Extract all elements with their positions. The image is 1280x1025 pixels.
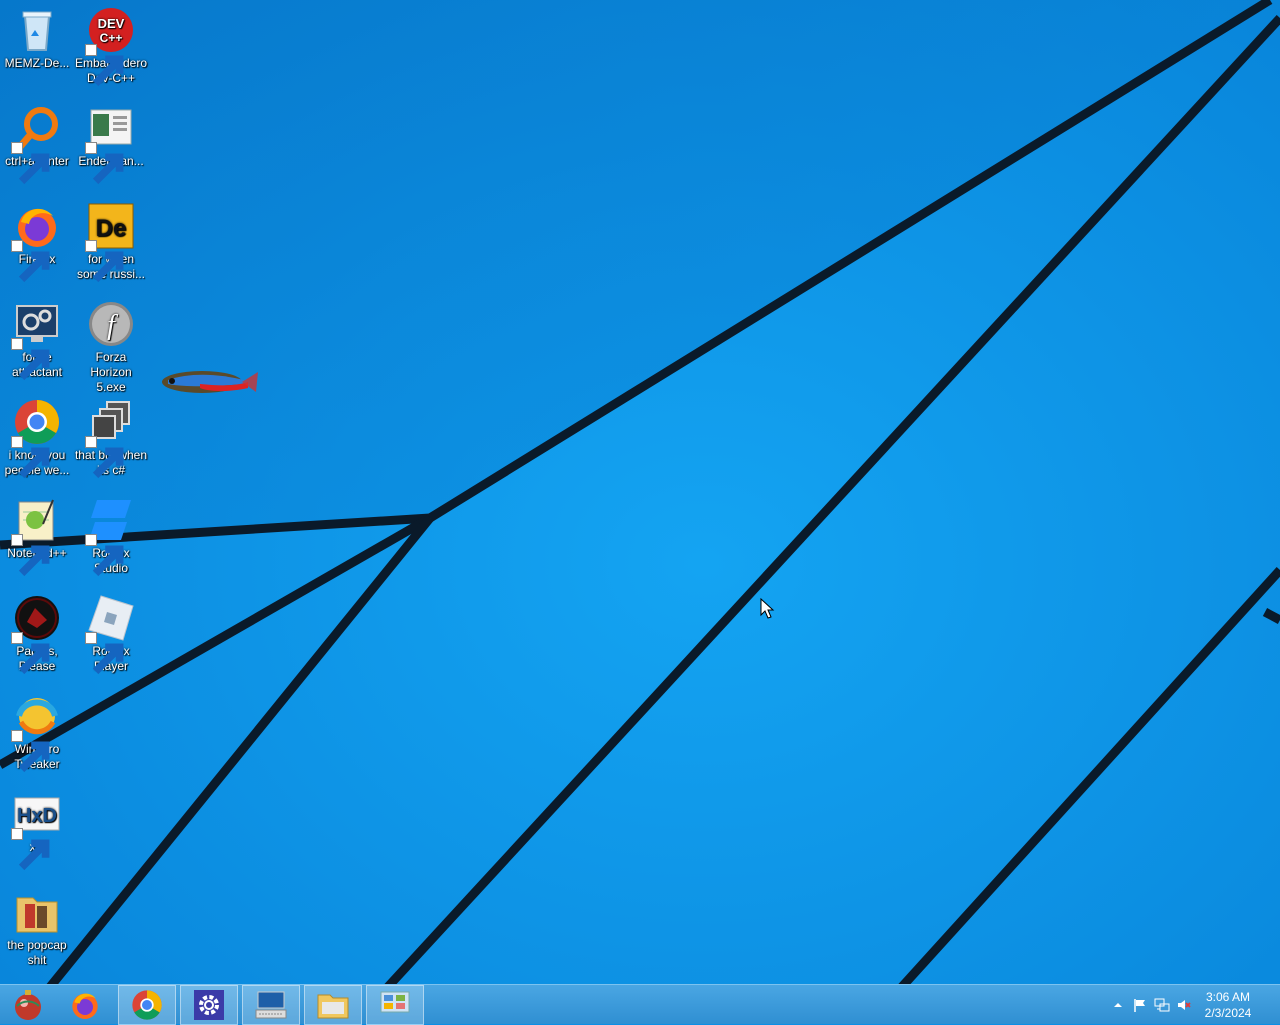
svg-text:DEV: DEV <box>98 16 125 31</box>
clock-time: 3:06 AM <box>1205 990 1251 1004</box>
winaero-icon <box>11 692 61 773</box>
shortcut-arrow-icon <box>11 142 50 185</box>
shortcut-arrow-icon <box>85 44 124 87</box>
file-explorer-icon <box>317 994 349 1019</box>
notepadpp-icon <box>11 496 61 577</box>
chrome-icon <box>132 990 162 1020</box>
desktop-icon-roblox-player[interactable]: Roblox Player <box>74 590 148 682</box>
shortcut-arrow-icon <box>11 436 50 479</box>
recycle-bin-icon <box>13 6 61 54</box>
flash-icon: f <box>87 300 135 348</box>
taskbar-settings[interactable] <box>180 985 238 1025</box>
settings-gear-icon <box>194 990 224 1020</box>
papers-please-icon <box>11 594 61 675</box>
shortcut-arrow-icon <box>85 142 124 185</box>
hxd-icon: HxD <box>11 790 61 871</box>
roblox-studio-icon <box>85 496 135 577</box>
desktop-icon-notepadpp[interactable]: Notepad++ <box>0 492 74 584</box>
clock-date: 2/3/2024 <box>1204 1006 1252 1020</box>
start-orb-icon <box>15 990 41 1020</box>
document-window-icon <box>85 104 135 185</box>
shortcut-arrow-icon <box>11 338 50 381</box>
volume-muted-icon[interactable] <box>1176 997 1192 1013</box>
desktop-icon-that-but[interactable]: that but when its c# <box>74 394 148 486</box>
taskbar-control-panel[interactable] <box>366 985 424 1025</box>
shortcut-arrow-icon <box>11 240 50 283</box>
desktop-icon-forkie[interactable]: forkie attractant <box>0 296 74 388</box>
folder-icon <box>13 888 61 936</box>
system-tray: 3:06 AM 2/3/2024 <box>1100 985 1280 1025</box>
desktop-icon-firefox[interactable]: Firefox <box>0 198 74 290</box>
shortcut-arrow-icon <box>85 632 124 675</box>
desktop-icon-label: MEMZ-De... <box>4 56 70 70</box>
desktop-icon-i-know-you[interactable]: i know you people we... <box>0 394 74 486</box>
desktop-icon-ctrl-a[interactable]: ctrl+a, enter <box>0 100 74 192</box>
action-center-flag-icon[interactable] <box>1132 997 1148 1013</box>
desktop-icon-memz[interactable]: MEMZ-De... <box>0 2 74 94</box>
desktop-icon-devcpp[interactable]: DEV C++ Embarcadero Dev-C++ <box>74 2 148 94</box>
desktop-icon-for-when[interactable]: De for when some russi... <box>74 198 148 290</box>
search-loupe-icon <box>11 104 61 185</box>
de-app-icon: De <box>85 202 135 283</box>
devcpp-icon: DEV C++ <box>85 6 135 87</box>
desktop-icon-xd[interactable]: HxD xD <box>0 786 74 878</box>
desktop-icon-popcap[interactable]: the popcap shit <box>0 884 74 976</box>
desktop-icon-papers-please[interactable]: Papers, Please <box>0 590 74 682</box>
keyboard-monitor-icon <box>255 991 287 1019</box>
firefox-icon <box>11 202 61 283</box>
show-hidden-icons-arrow[interactable] <box>1110 997 1126 1013</box>
shortcut-arrow-icon <box>85 436 124 479</box>
desktop-icon-enderman[interactable]: Enderman... <box>74 100 148 192</box>
desktop-wallpaper <box>0 0 1280 1024</box>
taskbar-on-screen-keyboard[interactable] <box>242 985 300 1025</box>
control-panel-icon <box>380 991 410 1013</box>
stacked-windows-icon <box>85 398 135 479</box>
settings-monitor-icon <box>11 300 61 381</box>
taskbar-chrome[interactable] <box>118 985 176 1025</box>
svg-text:C++: C++ <box>100 31 123 45</box>
firefox-icon <box>72 993 98 1019</box>
desktop-icon-roblox-studio[interactable]: Roblox Studio <box>74 492 148 584</box>
mouse-cursor <box>760 598 775 619</box>
desktop-icon-label: the popcap shit <box>7 938 67 967</box>
desktop-icon-winaero[interactable]: Winaero Tweaker <box>0 688 74 780</box>
taskbar: 3:06 AM 2/3/2024 <box>0 984 1280 1025</box>
shortcut-arrow-icon <box>11 730 50 773</box>
taskbar-clock[interactable]: 3:06 AM 2/3/2024 <box>1198 989 1258 1021</box>
shortcut-arrow-icon <box>11 534 50 577</box>
shortcut-arrow-icon <box>85 534 124 577</box>
shortcut-arrow-icon <box>11 632 50 675</box>
taskbar-file-explorer[interactable] <box>304 985 362 1025</box>
shortcut-arrow-icon <box>11 828 50 871</box>
start-button[interactable] <box>0 985 56 1025</box>
shortcut-arrow-icon <box>85 240 124 283</box>
taskbar-firefox[interactable] <box>56 985 114 1025</box>
roblox-player-icon <box>85 594 135 675</box>
svg-text:HxD: HxD <box>17 805 57 827</box>
chrome-icon <box>11 398 61 479</box>
desktop-icon-forza[interactable]: f Forza Horizon 5.exe <box>74 296 148 394</box>
network-icon[interactable] <box>1154 997 1170 1013</box>
svg-text:De: De <box>96 215 127 242</box>
desktop-icon-label: Forza Horizon 5.exe <box>90 350 132 394</box>
desktop-pet-fish[interactable] <box>160 362 260 402</box>
